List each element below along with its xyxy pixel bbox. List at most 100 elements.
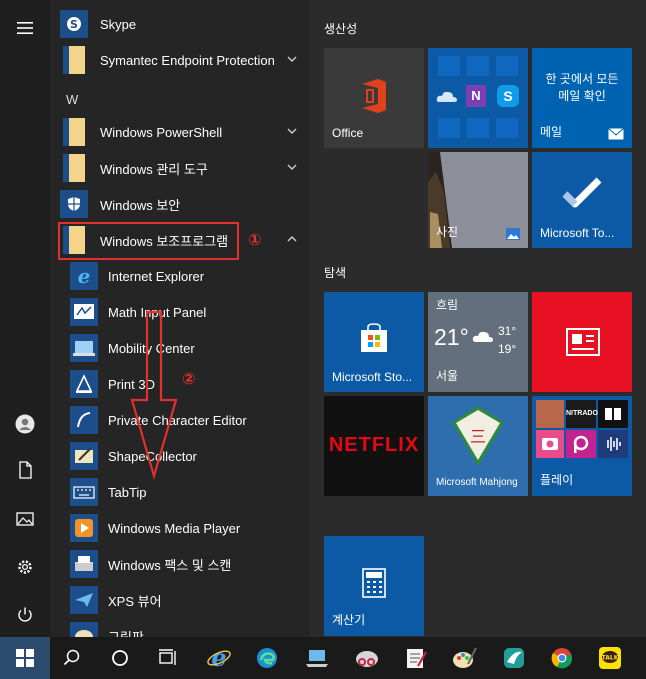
chevron-down-icon[interactable] xyxy=(287,54,297,64)
photos-icon xyxy=(506,228,520,240)
taskbar-cortana-button[interactable] xyxy=(96,637,144,679)
app-label: 그림판 xyxy=(108,629,144,638)
taskbar-kakaotalk[interactable]: TALK xyxy=(586,637,634,679)
settings-button[interactable] xyxy=(0,545,50,589)
taskbar-paint[interactable] xyxy=(440,637,488,679)
app-xps-viewer[interactable]: XPS 뷰어 xyxy=(60,582,305,618)
tile-label: 사진 xyxy=(436,225,459,239)
tile-photos[interactable]: 사진 xyxy=(428,152,528,248)
app-fax-and-scan[interactable]: Windows 팩스 및 스캔 xyxy=(60,546,305,582)
camera-thumb xyxy=(536,430,564,458)
app-paint[interactable]: 그림판 xyxy=(60,618,305,637)
gear-icon xyxy=(18,560,32,574)
mail-promo-line-2: 메일 확인 xyxy=(558,89,606,103)
app-list: S Skype Symantec Endpoint Protection W W… xyxy=(50,0,310,637)
svg-text:三: 三 xyxy=(470,427,486,446)
tile-label: 서울 xyxy=(436,369,459,383)
shield-icon xyxy=(60,190,88,218)
tile-microsoft-todo[interactable]: Microsoft To... xyxy=(532,152,632,248)
app-math-input-panel[interactable]: Math Input Panel xyxy=(60,294,305,330)
folder-icon xyxy=(63,154,85,182)
app-shapecollector[interactable]: ShapeCollector xyxy=(60,438,305,474)
app-label: XPS 뷰어 xyxy=(108,593,162,609)
weather-high: 31° xyxy=(498,324,517,338)
audio-thumb xyxy=(598,430,628,458)
app-label: Symantec Endpoint Protection xyxy=(100,52,275,68)
chevron-down-icon[interactable] xyxy=(287,126,297,136)
app-private-character-editor[interactable]: Private Character Editor xyxy=(60,402,305,438)
taskbar-notepad-app[interactable] xyxy=(392,637,440,679)
xps-viewer-icon xyxy=(70,586,98,614)
tile-news[interactable] xyxy=(532,292,632,392)
user-account-button[interactable] xyxy=(0,402,50,446)
annotation-step-2: ② xyxy=(182,371,196,388)
app-internet-explorer[interactable]: e Internet Explorer xyxy=(60,258,305,294)
tile-label: 메일 xyxy=(540,125,563,139)
taskbar-task-view-button[interactable] xyxy=(144,637,192,679)
calculator-icon xyxy=(362,568,386,598)
cortana-icon xyxy=(112,650,128,666)
tile-label: Microsoft Mahjong xyxy=(436,477,518,488)
edge-icon xyxy=(257,648,277,668)
app-label: Windows 팩스 및 스캔 xyxy=(108,557,232,573)
store-bag-icon xyxy=(361,323,387,352)
app-powershell[interactable]: Windows PowerShell xyxy=(60,114,305,150)
picsart-icon xyxy=(573,435,589,453)
hamburger-icon xyxy=(17,22,33,34)
chrome-icon xyxy=(551,648,572,669)
tile-microsoft-store[interactable]: Microsoft Sto... xyxy=(324,292,424,392)
bird-app-icon xyxy=(504,648,524,668)
documents-button[interactable] xyxy=(0,448,50,492)
app-label: Windows Media Player xyxy=(108,520,241,536)
tile-netflix[interactable]: NETFLIX xyxy=(324,396,424,496)
tile-mail[interactable]: 한 곳에서 모든 메일 확인 메일 xyxy=(532,48,632,148)
power-button[interactable] xyxy=(0,593,50,637)
taskbar-snipping-tool[interactable] xyxy=(343,637,391,679)
app-windows-media-player[interactable]: Windows Media Player xyxy=(60,510,305,546)
shapecollector-icon xyxy=(70,442,98,470)
internet-explorer-icon: e xyxy=(207,645,231,671)
taskbar-internet-explorer[interactable]: e xyxy=(195,637,243,679)
taskbar-app-swift[interactable] xyxy=(490,637,538,679)
hamburger-menu-button[interactable] xyxy=(0,6,50,50)
document-icon xyxy=(19,461,32,479)
taskbar-search-button[interactable] xyxy=(48,637,96,679)
app-label: Windows PowerShell xyxy=(100,124,223,140)
tile-office[interactable]: Office xyxy=(324,48,424,148)
chevron-down-icon[interactable] xyxy=(287,162,297,172)
tile-calculator[interactable]: 계산기 xyxy=(324,536,424,636)
tile-office-apps-folder[interactable]: N S xyxy=(428,48,528,148)
app-skype[interactable]: S Skype xyxy=(60,6,305,42)
chevron-up-icon[interactable] xyxy=(287,234,297,244)
tile-play-folder[interactable]: NITRADO 플레이 xyxy=(532,396,632,496)
taskbar-mobility-center[interactable] xyxy=(293,637,341,679)
picsart-thumb xyxy=(566,430,596,458)
start-button[interactable] xyxy=(0,637,50,679)
app-mobility-center[interactable]: Mobility Center xyxy=(60,330,305,366)
onedrive-icon xyxy=(436,91,457,102)
app-label: Windows 보안 xyxy=(100,197,181,213)
powerpoint-mini-icon xyxy=(496,56,518,76)
cloud-icon xyxy=(472,331,493,342)
section-letter-w[interactable]: W xyxy=(66,92,78,107)
app-windows-security[interactable]: Windows 보안 xyxy=(60,186,305,222)
keyboard-icon xyxy=(70,478,98,506)
taskbar-chrome[interactable] xyxy=(538,637,586,679)
private-character-icon xyxy=(70,406,98,434)
app-symantec[interactable]: Symantec Endpoint Protection xyxy=(60,42,305,78)
mail-promo-line-1: 한 곳에서 모든 xyxy=(545,72,619,86)
nitrado-thumb: NITRADO xyxy=(566,400,598,428)
tile-microsoft-mahjong[interactable]: 三 Microsoft Mahjong xyxy=(428,396,528,496)
skype-tile-icon: S xyxy=(497,85,519,107)
group-title-productivity[interactable]: 생산성 xyxy=(324,20,357,37)
pictures-button[interactable] xyxy=(0,497,50,541)
app-tabtip[interactable]: TabTip xyxy=(60,474,305,510)
fax-scan-icon xyxy=(70,550,98,578)
group-title-explore[interactable]: 탐색 xyxy=(324,264,346,281)
app-admin-tools[interactable]: Windows 관리 도구 xyxy=(60,150,305,186)
tile-weather[interactable]: 흐림 21° 31° 19° 서울 xyxy=(428,292,528,392)
excel-mini-icon xyxy=(467,56,489,76)
taskbar-edge[interactable] xyxy=(243,637,291,679)
weather-low: 19° xyxy=(498,342,517,356)
mini-tile-slot xyxy=(496,118,518,138)
